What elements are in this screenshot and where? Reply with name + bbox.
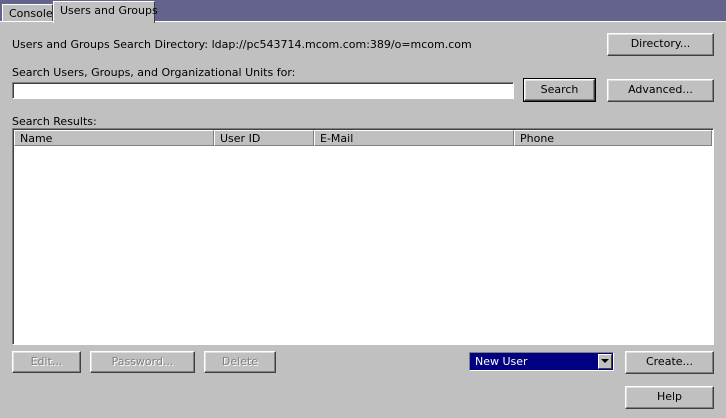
edit-button[interactable]: Edit...	[12, 351, 81, 373]
search-results-label: Search Results:	[12, 115, 97, 128]
tab-console[interactable]: Console	[2, 4, 53, 21]
table-header: Name User ID E-Mail Phone	[14, 130, 712, 146]
delete-button[interactable]: Delete	[204, 351, 276, 373]
directory-button[interactable]: Directory...	[607, 33, 714, 56]
column-header-phone[interactable]: Phone	[514, 130, 712, 146]
search-button[interactable]: Search	[523, 78, 596, 102]
password-button[interactable]: Password...	[90, 351, 195, 373]
column-header-email[interactable]: E-Mail	[314, 130, 514, 146]
search-for-label: Search Users, Groups, and Organizational…	[12, 66, 296, 79]
column-header-name[interactable]: Name	[14, 130, 214, 146]
tab-users-and-groups-label: Users and Groups	[60, 4, 158, 17]
new-object-type-value: New User	[475, 355, 528, 368]
advanced-button[interactable]: Advanced...	[607, 79, 714, 102]
chevron-down-icon[interactable]	[598, 354, 612, 369]
new-object-type-select[interactable]: New User	[469, 352, 614, 371]
help-button[interactable]: Help	[625, 386, 714, 409]
tab-users-and-groups[interactable]: Users and Groups	[53, 1, 158, 23]
tab-console-label: Console	[9, 7, 53, 20]
column-header-user-id[interactable]: User ID	[214, 130, 314, 146]
search-directory-label: Users and Groups Search Directory: ldap:…	[12, 38, 472, 51]
create-button[interactable]: Create...	[625, 351, 714, 374]
search-input[interactable]	[12, 82, 514, 99]
search-results-table[interactable]: Name User ID E-Mail Phone	[12, 128, 714, 345]
